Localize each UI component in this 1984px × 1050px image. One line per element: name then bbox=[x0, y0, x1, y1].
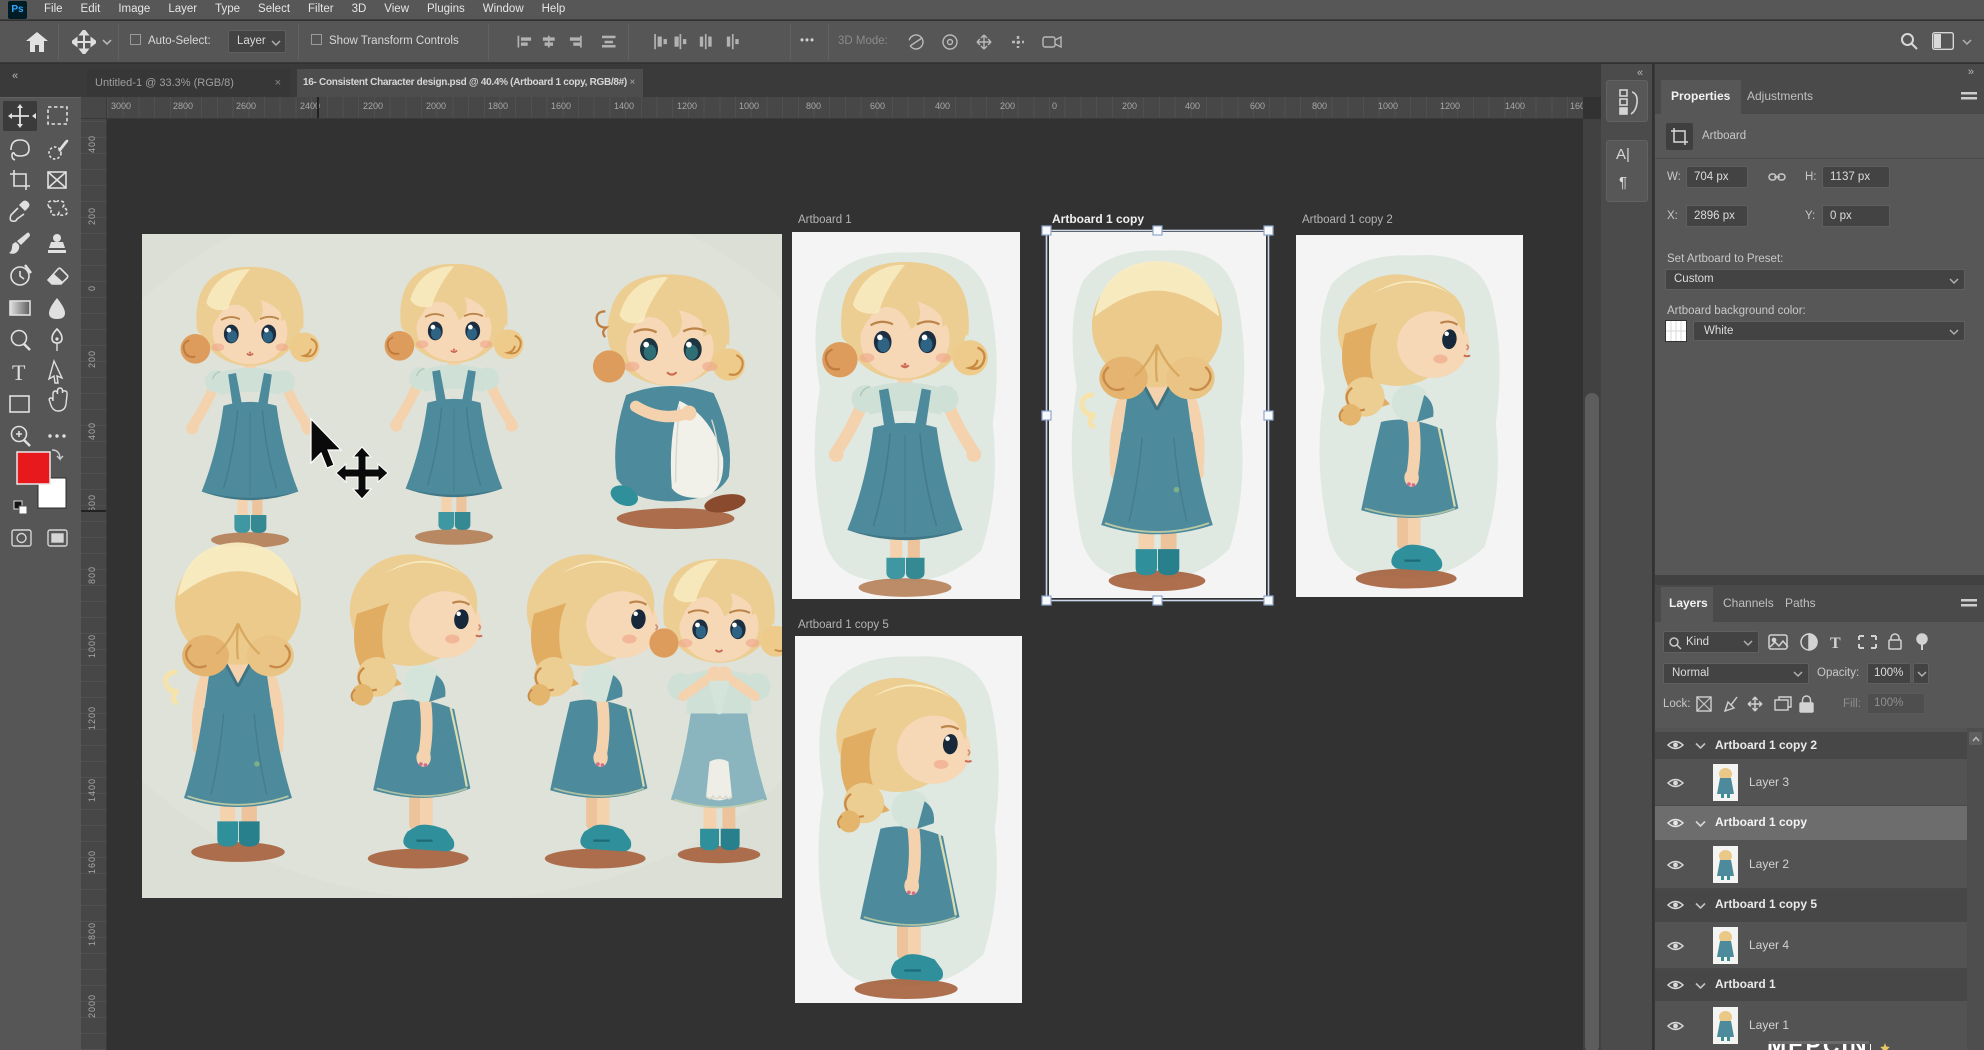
svg-text:Artboard 1 copy 2: Artboard 1 copy 2 bbox=[1302, 214, 1393, 226]
svg-text:Artboard 1 copy: Artboard 1 copy bbox=[1052, 212, 1144, 226]
svg-text:T: T bbox=[1830, 635, 1841, 652]
svg-text:Artboard 1: Artboard 1 bbox=[798, 214, 852, 226]
svg-text:T: T bbox=[12, 360, 26, 385]
svg-text:Artboard 1 copy 5: Artboard 1 copy 5 bbox=[798, 619, 889, 631]
